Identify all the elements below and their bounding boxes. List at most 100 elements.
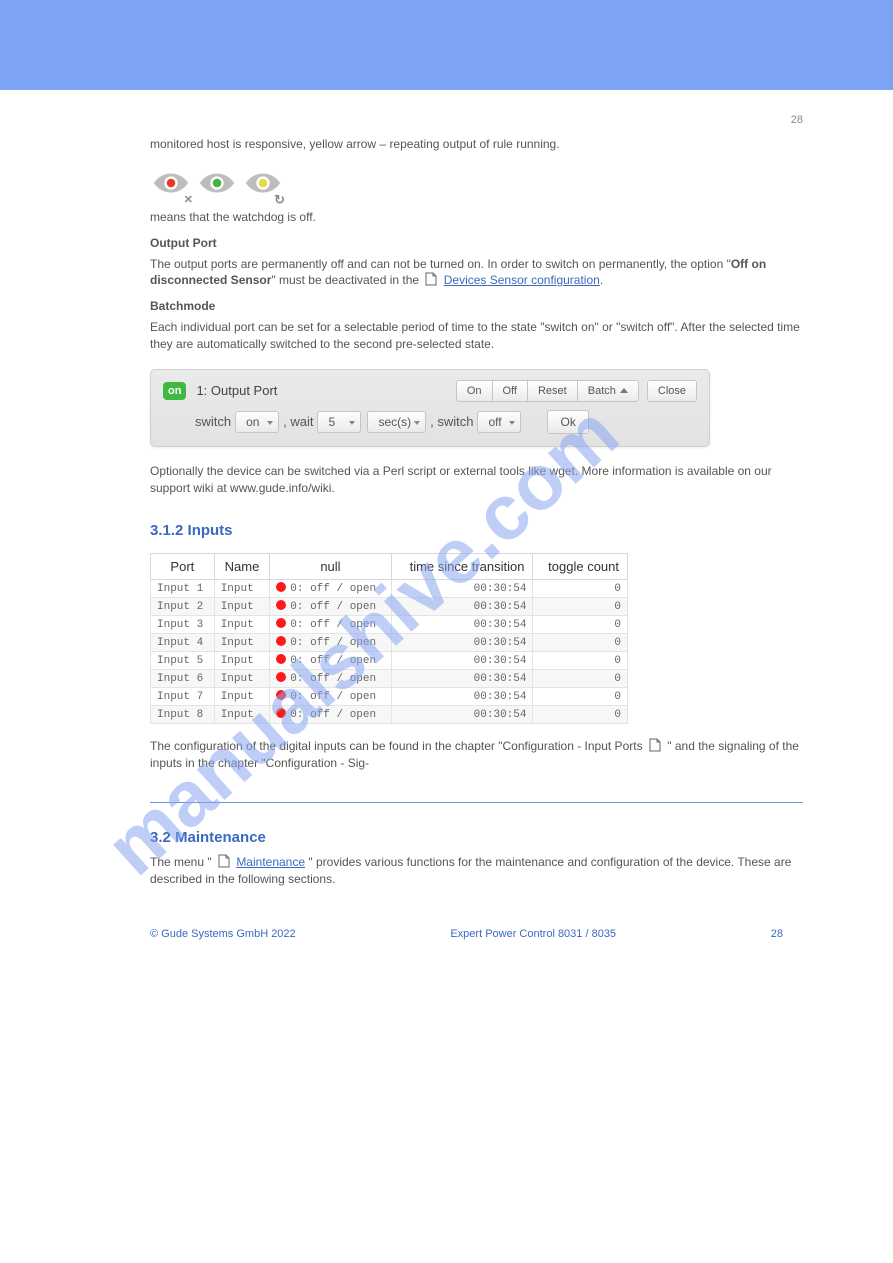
- status-dot-icon: [276, 600, 286, 610]
- table-row: Input 5Input0: off / open00:30:540: [151, 652, 628, 670]
- cell-count: 0: [533, 706, 628, 724]
- cell-name: Input: [214, 580, 270, 598]
- cell-name: Input: [214, 670, 270, 688]
- cell-state: 0: off / open: [270, 652, 391, 670]
- page-number-top: 28: [150, 114, 803, 126]
- devices-sensor-config-link[interactable]: Devices Sensor configuration: [444, 273, 600, 287]
- cell-port: Input 6: [151, 670, 215, 688]
- status-dot-icon: [276, 672, 286, 682]
- output-port-para: The output ports are permanently off and…: [150, 256, 803, 290]
- cell-count: 0: [533, 688, 628, 706]
- wait-unit-select[interactable]: sec(s): [367, 411, 426, 433]
- table-row: Input 1Input0: off / open00:30:540: [151, 580, 628, 598]
- cell-state: 0: off / open: [270, 706, 391, 724]
- output-port-title: Output Port: [150, 236, 803, 250]
- table-row: Input 4Input0: off / open00:30:540: [151, 634, 628, 652]
- close-button[interactable]: Close: [647, 380, 697, 402]
- cell-time: 00:30:54: [391, 634, 533, 652]
- cell-port: Input 4: [151, 634, 215, 652]
- status-dot-icon: [276, 582, 286, 592]
- page-icon: [218, 854, 230, 868]
- cell-time: 00:30:54: [391, 616, 533, 634]
- table-row: Input 6Input0: off / open00:30:540: [151, 670, 628, 688]
- switch-label-1: switch: [195, 414, 231, 429]
- footer-right: 28: [771, 928, 783, 940]
- switch-state-select-2[interactable]: off: [477, 411, 521, 433]
- status-dot-icon: [276, 636, 286, 646]
- switch-label-2: , switch: [430, 414, 473, 429]
- chevron-up-icon: [620, 388, 628, 393]
- cell-time: 00:30:54: [391, 706, 533, 724]
- cell-count: 0: [533, 634, 628, 652]
- eye-icon-row: ✕ ↻: [150, 169, 803, 203]
- maintenance-link[interactable]: Maintenance: [236, 855, 305, 869]
- col-port: Port: [151, 554, 215, 580]
- eye-red-icon: ✕: [150, 169, 192, 203]
- batchmode-text-2: Optionally the device can be switched vi…: [150, 463, 803, 497]
- cell-name: Input: [214, 616, 270, 634]
- status-dot-icon: [276, 690, 286, 700]
- cell-time: 00:30:54: [391, 598, 533, 616]
- eye-yellow-icon: ↻: [242, 169, 284, 203]
- footer-center: Expert Power Control 8031 / 8035: [296, 928, 771, 940]
- ok-button[interactable]: Ok: [547, 410, 588, 434]
- batchmode-text: Each individual port can be set for a se…: [150, 319, 803, 353]
- status-dot-icon: [276, 654, 286, 664]
- inputs-para: The configuration of the digital inputs …: [150, 738, 803, 772]
- cell-name: Input: [214, 706, 270, 724]
- page-icon: [649, 738, 661, 752]
- col-toggle: toggle count: [533, 554, 628, 580]
- cell-count: 0: [533, 598, 628, 616]
- x-subscript-icon: ✕: [184, 193, 193, 206]
- maintenance-para: The menu " Maintenance " provides variou…: [150, 854, 803, 888]
- page-footer: © Gude Systems GmbH 2022 Expert Power Co…: [150, 928, 803, 940]
- status-dot-icon: [276, 708, 286, 718]
- table-row: Input 3Input0: off / open00:30:540: [151, 616, 628, 634]
- cell-port: Input 8: [151, 706, 215, 724]
- reset-button[interactable]: Reset: [528, 380, 578, 402]
- table-row: Input 2Input0: off / open00:30:540: [151, 598, 628, 616]
- off-button[interactable]: Off: [493, 380, 528, 402]
- status-dot-icon: [276, 618, 286, 628]
- cell-port: Input 7: [151, 688, 215, 706]
- top-banner: [0, 0, 893, 90]
- cell-port: Input 2: [151, 598, 215, 616]
- table-row: Input 7Input0: off / open00:30:540: [151, 688, 628, 706]
- inputs-section-header: 3.1.2 Inputs: [150, 522, 803, 539]
- cell-time: 00:30:54: [391, 580, 533, 598]
- batch-button[interactable]: Batch: [578, 380, 639, 402]
- cell-time: 00:30:54: [391, 670, 533, 688]
- output-port-label: 1: Output Port: [196, 383, 277, 398]
- cell-state: 0: off / open: [270, 634, 391, 652]
- section-divider: [150, 802, 803, 803]
- on-badge: on: [163, 382, 186, 400]
- cell-port: Input 5: [151, 652, 215, 670]
- cell-state: 0: off / open: [270, 580, 391, 598]
- cell-time: 00:30:54: [391, 652, 533, 670]
- table-row: Input 8Input0: off / open00:30:540: [151, 706, 628, 724]
- inputs-table: Port Name null time since transition tog…: [150, 553, 628, 724]
- cell-state: 0: off / open: [270, 598, 391, 616]
- on-button[interactable]: On: [456, 380, 493, 402]
- batchmode-title: Batchmode: [150, 299, 803, 313]
- cell-name: Input: [214, 688, 270, 706]
- output-port-panel: on 1: Output Port On Off Reset Batch Clo…: [150, 369, 710, 447]
- output-button-group: On Off Reset Batch: [456, 380, 639, 402]
- wait-label: , wait: [283, 414, 313, 429]
- watchdog-off-text: means that the watchdog is off.: [150, 209, 803, 226]
- refresh-subscript-icon: ↻: [274, 192, 285, 208]
- eye-green-icon: [196, 169, 238, 203]
- cell-count: 0: [533, 670, 628, 688]
- cell-port: Input 1: [151, 580, 215, 598]
- cell-port: Input 3: [151, 616, 215, 634]
- cell-time: 00:30:54: [391, 688, 533, 706]
- maintenance-section-header: 3.2 Maintenance: [150, 829, 803, 846]
- col-state: null: [270, 554, 391, 580]
- switch-state-select-1[interactable]: on: [235, 411, 279, 433]
- cell-count: 0: [533, 580, 628, 598]
- footer-left: © Gude Systems GmbH 2022: [150, 928, 296, 940]
- cell-count: 0: [533, 616, 628, 634]
- cell-name: Input: [214, 598, 270, 616]
- wait-value-select[interactable]: 5: [317, 411, 361, 433]
- cell-name: Input: [214, 652, 270, 670]
